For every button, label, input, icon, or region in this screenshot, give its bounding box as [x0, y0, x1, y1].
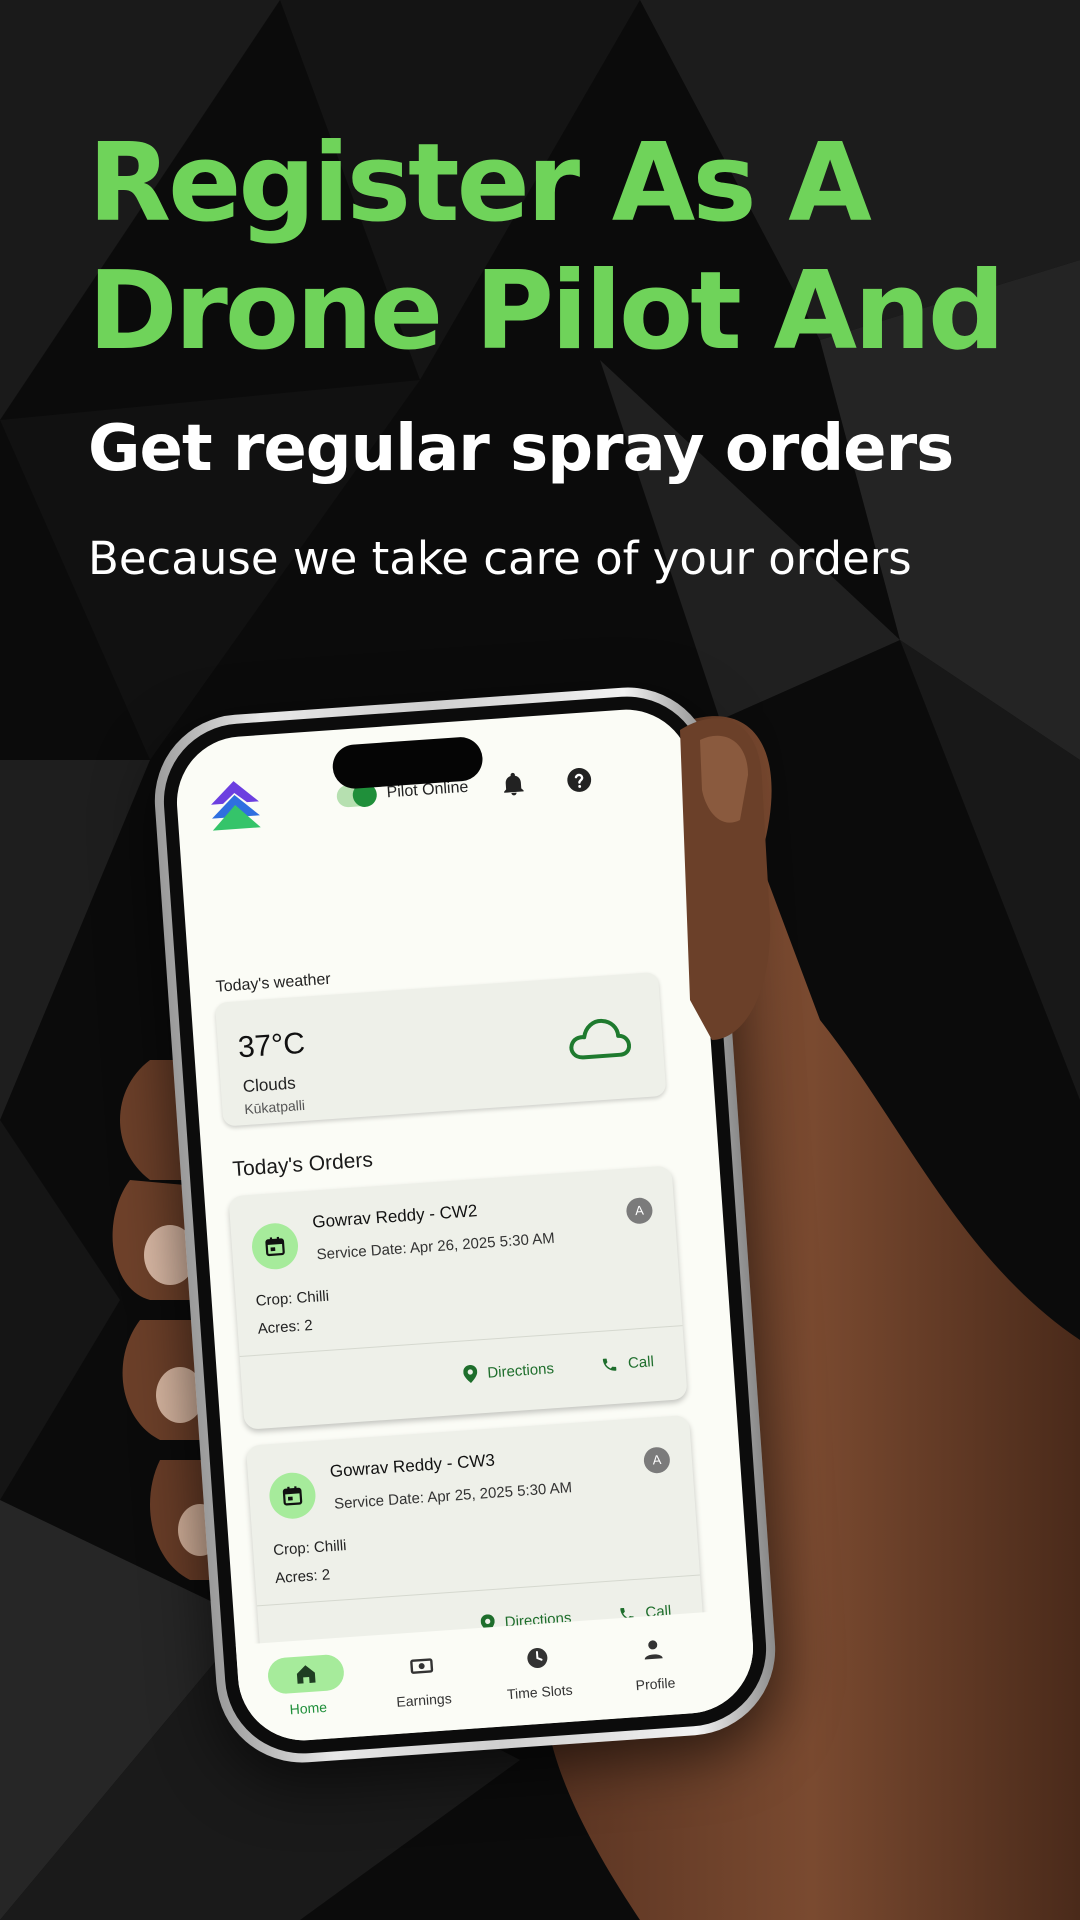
calendar-icon: [282, 1486, 303, 1506]
weather-card: 37°C Clouds Kūkatpalli: [214, 971, 667, 1127]
order-acres: Acres: 2: [257, 1316, 314, 1338]
help-icon[interactable]: [565, 766, 593, 794]
nav-item-time-slots[interactable]: Time Slots: [488, 1637, 588, 1704]
clock-icon: [527, 1648, 548, 1669]
order-crop: Crop: Chilli: [272, 1537, 348, 1560]
bell-icon[interactable]: [500, 771, 528, 799]
cloud-icon: [569, 1018, 631, 1060]
call-label: Call: [627, 1352, 655, 1372]
directions-label: Directions: [486, 1359, 555, 1382]
weather-section-title: Today's weather: [215, 970, 332, 996]
app-logo: [211, 781, 261, 831]
phone-mockup: Pilot Online Today's weather 37°C Clouds…: [149, 681, 781, 1769]
calendar-icon: [265, 1236, 285, 1257]
order-card[interactable]: Gowrav Reddy - CW2 Service Date: Apr 26,…: [228, 1165, 688, 1430]
nav-icon-wrap: [498, 1637, 576, 1678]
nav-label-earnings: Earnings: [395, 1690, 453, 1710]
location-pin-icon: [463, 1365, 478, 1383]
order-customer-name: Gowrav Reddy - CW3: [329, 1450, 496, 1482]
avatar: A: [642, 1446, 671, 1475]
order-crop: Crop: Chilli: [255, 1287, 330, 1310]
order-calendar-badge: [267, 1471, 318, 1521]
weather-location: Kūkatpalli: [243, 1096, 306, 1118]
nav-item-profile[interactable]: Profile: [604, 1629, 704, 1696]
app-screen: Pilot Online Today's weather 37°C Clouds…: [172, 705, 758, 1745]
nav-label-home: Home: [289, 1698, 328, 1718]
nav-icon-wrap: [614, 1629, 692, 1670]
nav-item-home[interactable]: Home: [257, 1653, 357, 1720]
avatar: A: [625, 1196, 654, 1225]
cash-icon: [410, 1658, 434, 1674]
order-service-date: Service Date: Apr 25, 2025 5:30 AM: [333, 1479, 573, 1513]
nav-icon-wrap: [383, 1645, 461, 1686]
order-calendar-badge: [250, 1221, 300, 1271]
orders-section-title: Today's Orders: [231, 1148, 374, 1182]
order-service-date: Service Date: Apr 26, 2025 5:30 AM: [316, 1229, 556, 1264]
nav-active-indicator: [266, 1653, 346, 1695]
weather-temperature: 37°C: [236, 1026, 307, 1065]
order-customer-name: Gowrav Reddy - CW2: [311, 1201, 479, 1232]
directions-button[interactable]: Directions: [463, 1356, 555, 1386]
call-button[interactable]: Call: [600, 1349, 654, 1377]
weather-condition: Clouds: [242, 1073, 297, 1097]
order-acres: Acres: 2: [274, 1566, 331, 1588]
nav-label-profile: Profile: [635, 1674, 676, 1694]
home-icon: [296, 1665, 316, 1684]
phone-icon: [602, 1358, 617, 1371]
nav-label-time-slots: Time Slots: [506, 1681, 574, 1703]
nav-item-earnings[interactable]: Earnings: [373, 1645, 473, 1712]
person-icon: [644, 1640, 663, 1660]
